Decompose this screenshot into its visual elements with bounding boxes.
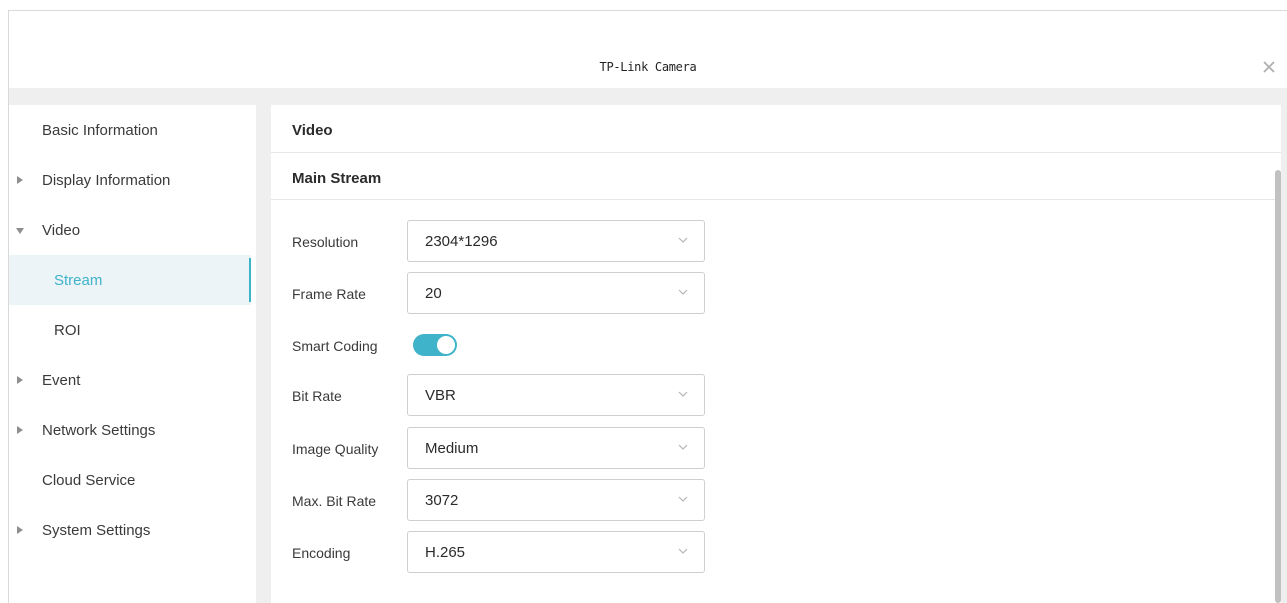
resolution-value: 2304*1296 [425,233,498,250]
bit-rate-value: VBR [425,387,456,404]
bit-rate-label: Bit Rate [292,388,342,404]
smart-coding-toggle[interactable] [413,334,457,356]
close-icon[interactable] [1261,59,1277,75]
sidebar-item-label: Stream [54,272,103,289]
bit-rate-select[interactable]: VBR [407,374,705,416]
frame-rate-value: 20 [425,285,442,302]
bit-rate-row: Bit Rate VBR [292,374,792,416]
sidebar-item-network-settings[interactable]: Network Settings [9,405,251,455]
video-section-header: Video [271,105,1281,153]
resolution-select[interactable]: 2304*1296 [407,220,705,262]
triangle-right-icon [17,176,23,184]
sidebar-item-roi[interactable]: ROI [9,305,251,355]
chevron-down-icon [678,237,688,243]
max-bit-rate-value: 3072 [425,492,459,509]
resolution-label: Resolution [292,234,359,250]
frame-rate-select[interactable]: 20 [407,272,705,314]
sidebar-item-label: Video [42,222,81,239]
section-title: Video [292,122,333,139]
sidebar-item-event[interactable]: Event [9,355,251,405]
chevron-down-icon [678,444,688,450]
sidebar-item-cloud-service[interactable]: Cloud Service [9,455,251,505]
triangle-right-icon [17,426,23,434]
image-quality-label: Image Quality [292,441,379,457]
chevron-down-icon [678,548,688,554]
subsection-title: Main Stream [292,170,382,187]
triangle-right-icon [17,376,23,384]
sidebar-item-label: Network Settings [42,422,156,439]
sidebar-item-label: Basic Information [42,122,158,139]
image-quality-row: Image Quality Medium [292,427,792,469]
smart-coding-row: Smart Coding [292,324,792,366]
sidebar-item-label: Event [42,372,81,389]
sidebar-item-label: System Settings [42,522,151,539]
sidebar-item-label: Cloud Service [42,472,136,489]
max-bit-rate-select[interactable]: 3072 [407,479,705,521]
sidebar-item-label: Display Information [42,172,171,189]
chevron-down-icon [678,391,688,397]
max-bit-rate-row: Max. Bit Rate 3072 [292,479,792,521]
sidebar-item-system-settings[interactable]: System Settings [9,505,251,555]
sidebar-item-stream[interactable]: Stream [9,255,251,305]
frame-rate-label: Frame Rate [292,286,366,302]
triangle-down-icon [16,228,24,234]
sidebar-item-video[interactable]: Video [9,205,251,255]
main-content: Video Main Stream Resolution 2304*1296 F… [271,105,1281,603]
encoding-value: H.265 [425,544,466,561]
sidebar-item-display-information[interactable]: Display Information [9,155,251,205]
sidebar-nav: Basic Information Display Information Vi… [9,105,256,603]
smart-coding-label: Smart Coding [292,338,378,354]
content-scrollbar[interactable] [1275,170,1281,603]
triangle-right-icon [17,526,23,534]
window-title: TP-Link Camera [599,60,697,74]
encoding-select[interactable]: H.265 [407,531,705,573]
toggle-knob [437,336,455,354]
frame-rate-row: Frame Rate 20 [292,272,792,314]
chevron-down-icon [678,496,688,502]
image-quality-select[interactable]: Medium [407,427,705,469]
resolution-row: Resolution 2304*1296 [292,220,792,262]
sidebar-item-basic-information[interactable]: Basic Information [9,105,251,155]
title-bar: TP-Link Camera [9,11,1287,88]
chevron-down-icon [678,289,688,295]
encoding-label: Encoding [292,545,351,561]
app-window: TP-Link Camera Basic Information Display… [8,10,1287,603]
sidebar-item-label: ROI [54,322,81,339]
max-bit-rate-label: Max. Bit Rate [292,493,377,509]
main-stream-header: Main Stream [271,153,1281,200]
encoding-row: Encoding H.265 [292,531,792,573]
image-quality-value: Medium [425,440,479,457]
